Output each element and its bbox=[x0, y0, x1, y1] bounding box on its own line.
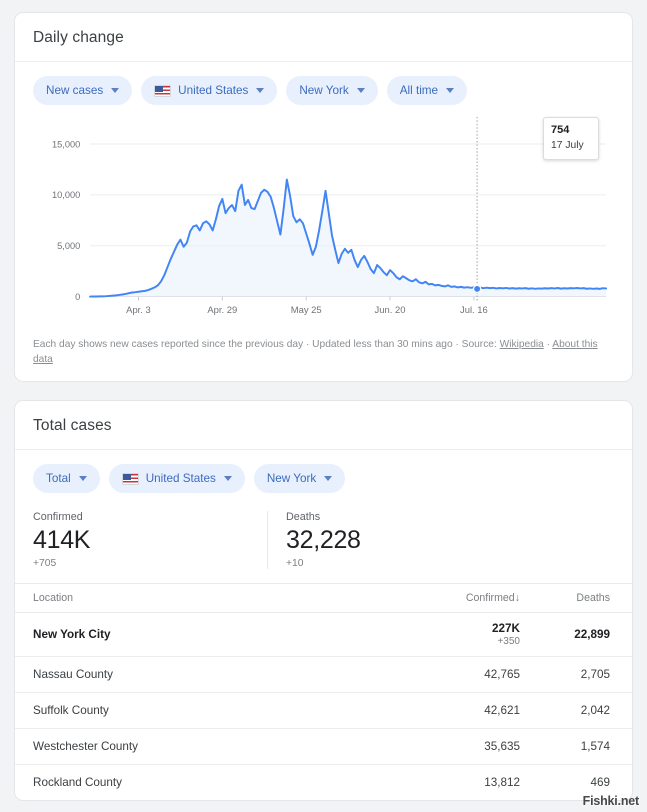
chart-footnote: Each day shows new cases reported since … bbox=[15, 326, 632, 381]
y-axis-tick-label: 10,000 bbox=[52, 190, 80, 200]
watermark: Fishki.net bbox=[582, 794, 640, 808]
x-axis-tick-label: Jul. 16 bbox=[460, 304, 488, 315]
chip-label: New cases bbox=[46, 84, 104, 97]
daily-change-chart: 0 5,000 10,000 15,000 Apr. 3 Apr. 29 May 25 Jun… bbox=[15, 111, 632, 326]
table-row[interactable]: Rockland County 13,812 469 bbox=[15, 765, 632, 801]
confirmed-label: Confirmed bbox=[33, 511, 83, 523]
locations-table-body: New York City 227K +350 22,899 Nassau County… bbox=[15, 612, 632, 801]
sort-descending-icon: ↓ bbox=[514, 592, 520, 604]
total-filter-chip-new-york[interactable]: New York bbox=[253, 464, 346, 493]
chip-label: All time bbox=[399, 84, 439, 97]
cell-confirmed: 35,635 bbox=[390, 728, 520, 765]
cell-confirmed: 42,621 bbox=[390, 692, 520, 729]
total-filter-chip-united-states[interactable]: United States bbox=[108, 464, 245, 493]
y-axis-tick-label: 15,000 bbox=[52, 139, 80, 149]
x-axis-tick-label: May 25 bbox=[291, 304, 322, 315]
x-axis-tick-label: Jun. 20 bbox=[375, 304, 406, 315]
chevron-down-icon bbox=[356, 88, 365, 93]
total-cases-card: Total cases Total United States New York C… bbox=[14, 400, 633, 801]
us-flag-icon bbox=[154, 84, 172, 97]
cell-deaths: 2,705 bbox=[520, 656, 632, 693]
chevron-down-icon bbox=[111, 88, 120, 93]
line-chart-svg: 0 5,000 10,000 15,000 Apr. 3 Apr. 29 May 25 Jun… bbox=[52, 116, 608, 315]
page-title: Daily change bbox=[33, 29, 124, 46]
cell-confirmed-delta: +350 bbox=[497, 636, 520, 647]
deaths-label: Deaths bbox=[286, 511, 321, 523]
column-header-location[interactable]: Location bbox=[15, 583, 390, 613]
total-filter-chip-total[interactable]: Total bbox=[33, 464, 100, 493]
daily-filter-chip-all-time[interactable]: All time bbox=[386, 76, 468, 105]
daily-change-card: Daily change New cases United States New Y… bbox=[14, 12, 633, 382]
chart-tooltip: 754 17 July bbox=[543, 117, 599, 160]
source-wikipedia-link[interactable]: Wikipedia bbox=[500, 339, 544, 350]
table-row[interactable]: Westchester County 35,635 1,574 bbox=[15, 728, 632, 765]
daily-filter-chip-new-cases[interactable]: New cases bbox=[33, 76, 133, 105]
chip-label: United States bbox=[145, 472, 216, 485]
total-cases-title: Total cases bbox=[33, 417, 112, 434]
cell-confirmed: 13,812 bbox=[484, 776, 520, 789]
y-axis-tick-label: 0 bbox=[75, 292, 80, 302]
x-axis-tick-label: Apr. 29 bbox=[207, 304, 237, 315]
confirmed-delta: +705 bbox=[33, 558, 57, 569]
locations-table: Location Confirmed↓ Deaths New York City… bbox=[15, 583, 632, 800]
cell-location: New York City bbox=[15, 612, 390, 657]
chevron-down-icon bbox=[223, 476, 232, 481]
cell-location: Westchester County bbox=[15, 728, 390, 765]
deaths-summary: Deaths 32,228 +10 bbox=[267, 511, 501, 569]
x-axis-tick-label: Apr. 3 bbox=[126, 304, 151, 315]
chevron-down-icon bbox=[446, 88, 455, 93]
chart-marker-dot[interactable] bbox=[472, 284, 482, 294]
total-filter-chip-row: Total United States New York bbox=[15, 450, 632, 499]
chevron-down-icon bbox=[78, 476, 87, 481]
table-row[interactable]: Nassau County 42,765 2,705 bbox=[15, 656, 632, 693]
tooltip-value: 754 bbox=[551, 124, 570, 136]
daily-filter-chip-united-states[interactable]: United States bbox=[141, 76, 278, 105]
chip-label: New York bbox=[299, 84, 349, 97]
deaths-delta: +10 bbox=[286, 558, 304, 569]
table-row[interactable]: Suffolk County 42,621 2,042 bbox=[15, 692, 632, 729]
chevron-down-icon bbox=[324, 476, 333, 481]
cell-confirmed: 227K +350 bbox=[390, 612, 520, 657]
cell-deaths: 1,574 bbox=[520, 728, 632, 765]
chip-label: New York bbox=[266, 472, 317, 485]
confirmed-value: 414K bbox=[33, 526, 91, 554]
tooltip-date: 17 July bbox=[551, 140, 584, 151]
footnote-text: Each day shows new cases reported since … bbox=[33, 339, 500, 350]
cell-deaths: 2,042 bbox=[520, 692, 632, 729]
us-flag-icon bbox=[121, 472, 139, 485]
daily-filter-chip-row: New cases United States New York All time bbox=[15, 62, 632, 111]
cell-location: Suffolk County bbox=[15, 692, 390, 729]
chart-area-fill bbox=[90, 179, 607, 297]
column-header-confirmed[interactable]: Confirmed↓ bbox=[390, 583, 520, 613]
chip-label: Total bbox=[46, 472, 71, 485]
totals-summary: Confirmed 414K +705 Deaths 32,228 +10 bbox=[15, 499, 632, 583]
confirmed-summary: Confirmed 414K +705 bbox=[33, 511, 267, 569]
deaths-value: 32,228 bbox=[286, 526, 361, 554]
daily-change-header: Daily change bbox=[15, 13, 632, 62]
chip-label: United States bbox=[178, 84, 249, 97]
column-header-deaths[interactable]: Deaths bbox=[520, 583, 632, 613]
column-header-confirmed-label: Confirmed bbox=[465, 592, 515, 604]
cell-deaths: 22,899 bbox=[520, 612, 632, 657]
table-row[interactable]: New York City 227K +350 22,899 bbox=[15, 612, 632, 657]
table-header-row: Location Confirmed↓ Deaths bbox=[15, 583, 632, 613]
y-axis-tick-label: 5,000 bbox=[57, 241, 80, 251]
cell-confirmed: 42,765 bbox=[390, 656, 520, 693]
cell-location: Nassau County bbox=[15, 656, 390, 693]
chevron-down-icon bbox=[256, 88, 265, 93]
total-cases-header: Total cases bbox=[15, 401, 632, 450]
cell-location: Rockland County bbox=[33, 776, 123, 789]
daily-filter-chip-new-york[interactable]: New York bbox=[286, 76, 378, 105]
